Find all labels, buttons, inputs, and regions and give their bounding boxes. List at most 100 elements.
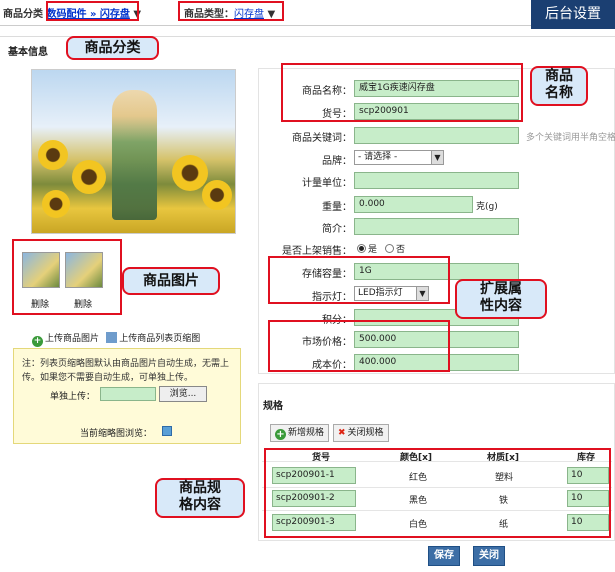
- chevron-down-icon[interactable]: ▼: [267, 9, 275, 20]
- indicator-label: 指示灯：: [312, 292, 352, 303]
- chevron-down-icon[interactable]: ▼: [133, 9, 141, 20]
- onsale-label: 是否上架销售：: [282, 246, 352, 257]
- spec-stock-input[interactable]: 10: [567, 467, 609, 484]
- add-spec-label: 新增规格: [288, 428, 325, 438]
- type-selector[interactable]: 商品类型：闪存盘 ▼: [184, 5, 275, 20]
- market-price-input[interactable]: 500.000: [354, 331, 519, 348]
- cost-label: 成本价：: [312, 360, 352, 371]
- callout-category: 商品分类: [66, 36, 159, 60]
- add-spec-button[interactable]: + 新增规格: [270, 424, 330, 442]
- browse-button[interactable]: 浏览...: [159, 386, 207, 402]
- intro-input[interactable]: [354, 218, 519, 235]
- brand-label: 品牌：: [322, 156, 352, 167]
- thumbnail-preview-label: 当前缩略图浏览：: [80, 429, 153, 439]
- callout-name: 商品 名称: [530, 66, 588, 106]
- onsale-yes-label: 是: [368, 245, 378, 255]
- plus-icon: +: [32, 336, 43, 347]
- basic-info-form: 商品名称： 威宝1G疾速闪存盘 货号： scp200901 商品关键词： 多个关…: [258, 68, 615, 374]
- spec-color-cell: 白色: [409, 520, 428, 530]
- spec-sku-input[interactable]: scp200901-2: [272, 490, 356, 507]
- keywords-input[interactable]: [354, 127, 519, 144]
- radio-checked-icon: [357, 244, 366, 253]
- table-divider: [262, 510, 612, 511]
- upload-image-button[interactable]: + 上传商品图片: [32, 334, 100, 347]
- callout-images: 商品图片: [122, 267, 220, 295]
- thumbnail-1[interactable]: [22, 252, 60, 288]
- unit-label: 计量单位：: [302, 178, 352, 189]
- capacity-input[interactable]: 1G: [354, 263, 519, 280]
- onsale-no-radio[interactable]: 否: [385, 242, 405, 255]
- close-icon: ✖: [338, 428, 346, 438]
- save-button[interactable]: 保存: [428, 546, 460, 566]
- close-spec-label: 关闭规格: [347, 428, 384, 438]
- pencil-icon: [106, 332, 118, 343]
- admin-settings-button[interactable]: 后台设置: [531, 0, 615, 29]
- spec-stock-input[interactable]: 10: [567, 514, 609, 531]
- thumbnail-note-box: 注：列表页缩略图默认由商品图片自动生成，无需上传。如果您不需要自动生成，可单独上…: [13, 348, 241, 444]
- type-label: 商品类型：: [184, 9, 234, 20]
- sunflower-shape: [42, 190, 70, 218]
- sunflower-shape: [38, 140, 68, 170]
- keywords-hint: 多个关键词用半角空格: [526, 133, 615, 143]
- sku-label: 货号：: [322, 109, 352, 120]
- delete-thumbnail-1-link[interactable]: 删除: [31, 297, 49, 310]
- thumbnail-strip: 删除 删除: [19, 252, 119, 310]
- thumbnail-note: 注：列表页缩略图默认由商品图片自动生成，无需上传。如果您不需要自动生成，可单独上…: [22, 359, 230, 383]
- upload-list-thumb-button[interactable]: 上传商品列表页缩图: [106, 332, 201, 344]
- form-row-indicator: 指示灯： LED指示灯 ▼: [259, 283, 615, 305]
- upload-image-label: 上传商品图片: [45, 334, 100, 344]
- chevron-down-icon[interactable]: ▼: [431, 151, 443, 164]
- category-selector[interactable]: 商品分类 数码配件 » 闪存盘 ▼: [3, 5, 141, 20]
- spec-stock-input[interactable]: 10: [567, 490, 609, 507]
- upload-list-thumb-label: 上传商品列表页缩图: [119, 334, 201, 344]
- form-row-market-price: 市场价格： 500.000: [259, 328, 615, 350]
- onsale-yes-radio[interactable]: 是: [357, 242, 377, 255]
- indicator-select[interactable]: LED指示灯 ▼: [354, 286, 429, 301]
- chevron-down-icon[interactable]: ▼: [416, 287, 428, 300]
- section-title-basic-info: 基本信息: [8, 47, 48, 58]
- form-row-intro: 简介：: [259, 215, 615, 237]
- form-row-onsale: 是否上架销售： 是 否: [259, 237, 615, 259]
- spec-color-cell: 红色: [409, 473, 428, 483]
- spec-material-cell: 铁: [499, 496, 509, 506]
- brand-select[interactable]: - 请选择 - ▼: [354, 150, 444, 165]
- weight-input[interactable]: 0.000: [354, 196, 473, 213]
- category-link[interactable]: 数码配件 » 闪存盘: [46, 9, 129, 20]
- separate-upload-input[interactable]: [100, 387, 156, 401]
- thumbnail-2[interactable]: [65, 252, 103, 288]
- product-main-image: [31, 69, 236, 234]
- category-label: 商品分类: [3, 9, 43, 20]
- form-row-points: 积分：: [259, 306, 615, 328]
- weight-unit: 克(g): [476, 202, 498, 212]
- name-input[interactable]: 威宝1G疾速闪存盘: [354, 80, 519, 97]
- market-price-label: 市场价格：: [302, 337, 352, 348]
- cost-input[interactable]: 400.000: [354, 354, 519, 371]
- image-preview-icon[interactable]: [162, 426, 172, 436]
- indicator-select-value: LED指示灯: [358, 288, 403, 298]
- brand-select-value: - 请选择 -: [358, 152, 398, 162]
- table-divider: [262, 461, 612, 462]
- form-row-unit: 计量单位：: [259, 169, 615, 191]
- spec-sku-input[interactable]: scp200901-3: [272, 514, 356, 531]
- type-link[interactable]: 闪存盘: [234, 9, 264, 20]
- callout-spec: 商品规 格内容: [155, 478, 245, 518]
- form-row-capacity: 存储容量： 1G: [259, 260, 615, 282]
- form-row-brand: 品牌： - 请选择 - ▼: [259, 147, 615, 169]
- separate-upload-label: 单独上传：: [50, 392, 96, 402]
- callout-ext-attrs: 扩展属 性内容: [455, 279, 547, 319]
- capacity-label: 存储容量：: [302, 269, 352, 280]
- unit-input[interactable]: [354, 172, 519, 189]
- weight-label: 重量：: [322, 202, 352, 213]
- close-spec-button[interactable]: ✖ 关闭规格: [333, 424, 389, 442]
- spec-material-cell: 塑料: [495, 473, 514, 483]
- table-divider: [262, 487, 612, 488]
- onsale-no-label: 否: [396, 245, 406, 255]
- close-button[interactable]: 关闭: [473, 546, 505, 566]
- sku-input[interactable]: scp200901: [354, 103, 519, 120]
- spec-sku-input[interactable]: scp200901-1: [272, 467, 356, 484]
- sunflower-shape: [172, 155, 208, 191]
- figure-shape: [112, 90, 157, 220]
- delete-thumbnail-2-link[interactable]: 删除: [74, 297, 92, 310]
- points-label: 积分：: [322, 315, 352, 326]
- plus-icon: +: [275, 429, 286, 440]
